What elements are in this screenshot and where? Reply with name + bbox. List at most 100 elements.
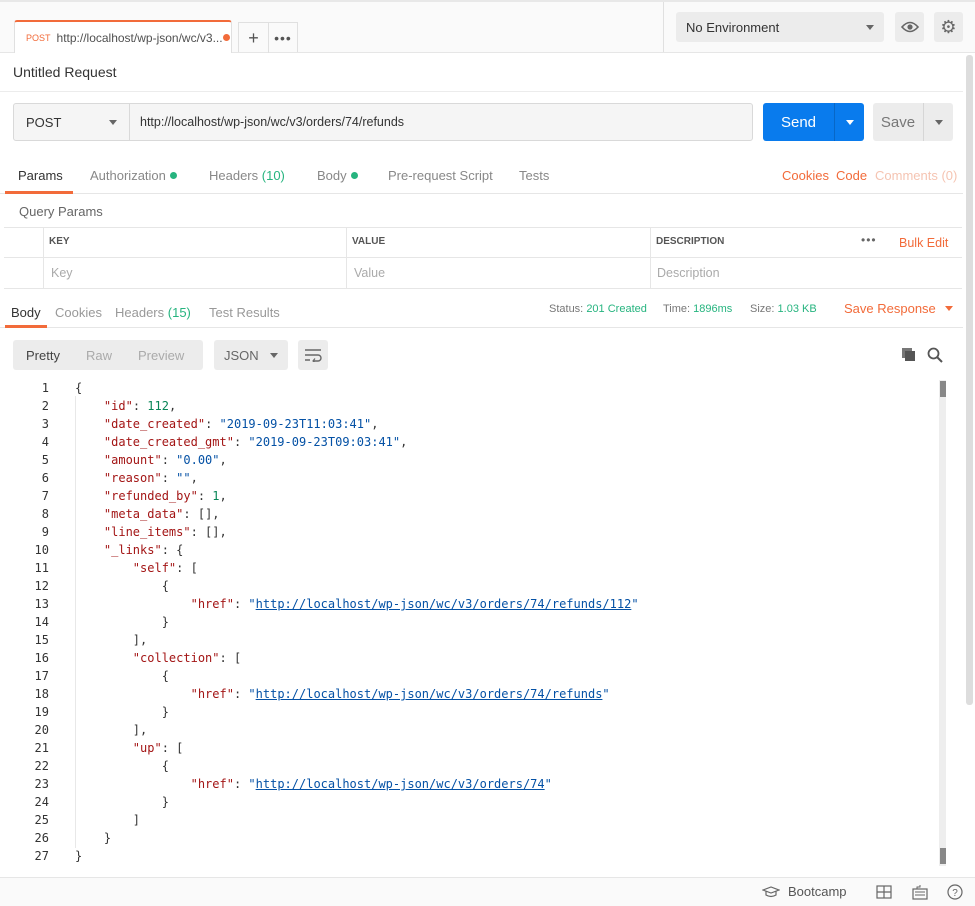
comments-link[interactable]: Comments (0) [875,168,957,183]
line-number: 11 [34,561,49,575]
line-number: 22 [34,759,49,773]
two-pane-view-button[interactable] [876,885,892,902]
code-line: "up": [ [132,741,184,755]
format-select[interactable]: JSON [214,340,288,370]
eye-icon [900,21,919,33]
chevron-down-icon [845,119,854,125]
send-label: Send [780,113,817,131]
line-number: 4 [41,435,49,449]
query-params-title: Query Params [19,204,103,219]
response-tab-cookies[interactable]: Cookies [55,305,102,320]
window-scrollbar[interactable] [966,55,973,705]
bulk-edit-link[interactable]: Bulk Edit [899,236,948,250]
column-header-value: VALUE [352,236,386,247]
params-table [4,227,962,289]
tab-headers-label: Headers [209,168,259,183]
code-line: "collection": [ [132,651,242,665]
column-header-key: KEY [49,236,70,247]
code-line: "id": 112, [103,399,177,413]
send-options-dropdown[interactable] [834,103,864,141]
view-raw-button[interactable]: Raw [73,348,125,363]
new-tab-plus-icon[interactable]: + [239,23,268,53]
response-tab-body[interactable]: Body [11,305,41,320]
code-line: "amount": "0.00", [103,453,227,467]
save-button[interactable]: Save [873,103,953,141]
more-options-icon[interactable]: ••• [861,233,877,247]
key-input[interactable]: Key [51,266,73,280]
keyboard-shortcuts-button[interactable] [912,884,928,903]
code-line: "date_created": "2019-09-23T11:03:41", [103,417,379,431]
description-input[interactable]: Description [657,266,720,280]
line-number: 10 [34,543,49,557]
size-label: Size: [750,303,775,315]
fold-guide [75,396,76,848]
method-select[interactable]: POST [13,103,130,141]
editor-scrollbar[interactable] [939,380,946,866]
tab-body[interactable]: Body [317,168,358,183]
code-line: { [75,669,169,683]
chevron-down-icon [944,306,953,311]
response-time: Time: 1896ms [663,303,732,315]
more-tabs-icon[interactable]: ••• [267,23,297,53]
divider [0,91,963,92]
line-number: 20 [34,723,49,737]
line-number: 5 [41,453,49,467]
wrap-lines-button[interactable] [298,340,328,370]
code-line: "href": "http://localhost/wp-json/wc/v3/… [190,687,610,701]
view-preview-button[interactable]: Preview [125,348,197,363]
environment-quick-look-button[interactable] [895,12,924,42]
response-tab-test-results[interactable]: Test Results [209,305,280,320]
request-tab[interactable]: POST http://localhost/wp-json/wc/v3... [14,20,232,53]
code-line: "self": [ [132,561,198,575]
code-line: } [75,615,169,629]
code-line: "line_items": [], [103,525,227,539]
scroll-thumb[interactable] [940,381,946,397]
status-dot-icon [169,172,177,179]
save-response-button[interactable]: Save Response [844,301,953,316]
send-button[interactable]: Send [763,103,864,141]
time-label: Time: [663,303,691,315]
search-icon [927,347,943,363]
code-link[interactable]: Code [836,168,867,183]
response-body-editor[interactable]: 1 {2 "id": 112, 3 "date_created": "2019-09… [4,379,952,868]
code-line: ] [75,813,141,827]
settings-button[interactable]: ⚙ [934,12,963,42]
save-options-dropdown[interactable] [923,103,953,141]
tab-method: POST [26,32,51,43]
line-number: 13 [34,597,49,611]
line-number: 25 [34,813,49,827]
tab-tests[interactable]: Tests [519,168,549,183]
code-line: { [75,759,169,773]
column-header-description: DESCRIPTION [656,236,725,247]
code-line: } [75,705,169,719]
request-title[interactable]: Untitled Request [13,64,117,80]
line-number: 3 [41,417,49,431]
scroll-thumb[interactable] [940,848,946,864]
tab-headers[interactable]: Headers (10) [209,168,285,183]
cookies-link[interactable]: Cookies [782,168,829,183]
tab-url: http://localhost/wp-json/wc/v3... [56,30,222,45]
value-input[interactable]: Value [354,266,385,280]
environment-select[interactable]: No Environment [676,12,884,42]
copy-button[interactable] [901,347,917,366]
bootcamp-button[interactable]: Bootcamp [762,884,847,899]
bootcamp-label: Bootcamp [788,884,847,899]
divider [43,228,44,288]
code-line: { [75,381,83,395]
environment-label: No Environment [686,19,780,35]
divider [4,257,962,258]
tab-prerequest-script[interactable]: Pre-request Script [388,168,493,183]
tab-authorization[interactable]: Authorization [90,168,177,183]
tab-actions: + ••• [238,22,298,53]
response-tab-headers[interactable]: Headers (15) [115,305,191,320]
url-input[interactable] [129,103,753,141]
graduation-cap-icon [762,885,780,897]
line-number: 26 [34,831,49,845]
help-button[interactable]: ? [947,884,963,903]
response-status: Status: 201 Created [549,303,647,315]
line-number: 18 [34,687,49,701]
view-pretty-button[interactable]: Pretty [13,348,73,363]
tab-params[interactable]: Params [18,168,63,183]
status-dot-icon [350,172,358,179]
search-button[interactable] [927,347,943,366]
